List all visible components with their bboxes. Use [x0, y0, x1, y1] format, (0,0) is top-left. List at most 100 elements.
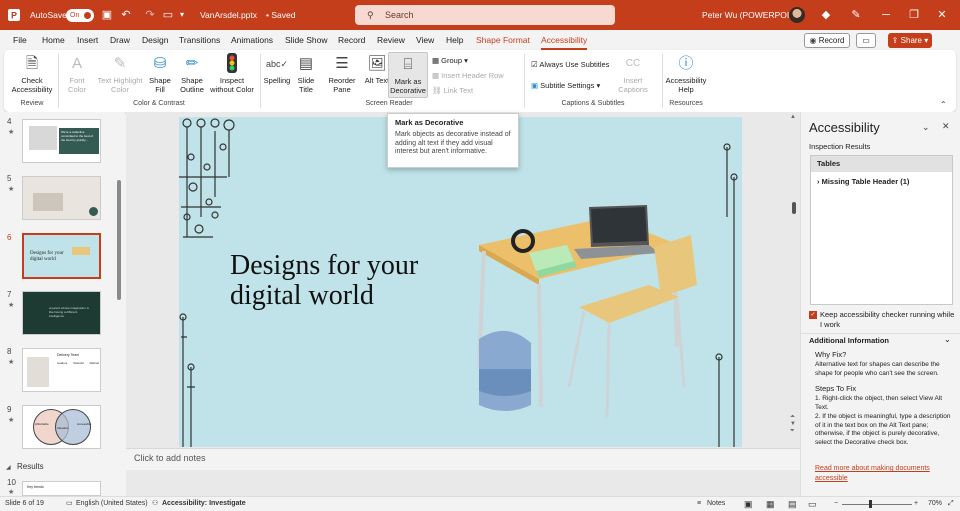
normal-view-icon[interactable]: ▣ [744, 497, 753, 511]
slide-thumbnail-5[interactable] [22, 176, 101, 220]
tab-review[interactable]: Review [377, 30, 405, 50]
close-pane-icon[interactable]: ✕ [942, 121, 950, 132]
insert-header-row-button[interactable]: ▦ Insert Header Row [432, 70, 504, 81]
file-name[interactable]: VanArsdel.pptx [200, 0, 257, 30]
tooltip-title: Mark as Decorative [395, 118, 464, 127]
slide-count[interactable]: Slide 6 of 19 [5, 497, 44, 511]
proofing-icon[interactable]: ▭ [66, 497, 73, 511]
editor-scrollbar[interactable] [792, 202, 796, 214]
missing-table-header-item[interactable]: › Missing Table Header (1) [817, 177, 909, 186]
group-icon: ▦ [432, 56, 442, 65]
additional-info-header[interactable]: Additional Information [809, 336, 889, 345]
comments-button[interactable]: ▭ [856, 33, 876, 48]
venn-label: Affordable [35, 422, 49, 426]
reading-view-icon[interactable]: ▤ [788, 497, 797, 511]
thumbnails-scrollbar[interactable] [117, 180, 121, 300]
record-label: Record [818, 36, 845, 45]
insert-captions-button[interactable]: CC Insert Captions [616, 52, 650, 94]
zoom-in-icon[interactable]: + [914, 497, 918, 511]
tab-draw[interactable]: Draw [110, 30, 130, 50]
pen-icon[interactable]: ✎ [846, 0, 866, 30]
shape-fill-button[interactable]: ⛁ Shape Fill [146, 52, 174, 94]
slide-title[interactable]: Designs for your digital world [230, 251, 418, 311]
chevron-down-icon[interactable]: ⌄ [922, 122, 930, 133]
slide-thumbnail-8[interactable]: Delivery Team Leaders Scientist Method [22, 348, 101, 392]
thumb-text: A parent whose imagination is like havin… [49, 306, 89, 318]
zoom-slider-thumb[interactable] [869, 500, 872, 508]
slide-title-button[interactable]: ▤ Slide Title [293, 52, 319, 94]
tab-transitions[interactable]: Transitions [179, 30, 220, 50]
collapse-chevron-icon[interactable]: ⌄ [944, 335, 951, 344]
slide-thumbnail-9[interactable]: Affordable Valuable Accessible [22, 405, 101, 449]
inspect-without-color-button[interactable]: Inspect without Color [208, 52, 256, 94]
redo-icon[interactable]: ↷ [140, 0, 160, 30]
zoom-level[interactable]: 70% [928, 497, 942, 511]
group-button[interactable]: ▦ Group ▾ [432, 55, 468, 66]
divider [524, 54, 525, 108]
minimize-icon[interactable]: ─ [876, 0, 896, 30]
tab-accessibility[interactable]: Accessibility [541, 30, 588, 50]
alt-text-button[interactable]: 🖼 Alt Text [364, 52, 390, 85]
accessibility-status[interactable]: Accessibility: Investigate [162, 497, 246, 511]
slide-number: 4 [7, 117, 12, 126]
fit-to-window-icon[interactable]: ⤢ [948, 497, 954, 511]
undo-icon[interactable]: ↶ [116, 0, 136, 30]
tab-animations[interactable]: Animations [231, 30, 273, 50]
group-label: Group [441, 56, 463, 65]
mark-as-decorative-button[interactable]: ⌸ Mark as Decorative [388, 52, 428, 98]
always-use-subtitles-checkbox[interactable]: ☑ Always Use Subtitles [531, 59, 609, 70]
check-accessibility-button[interactable]: 🗎 Check Accessibility [10, 52, 54, 94]
keep-running-checkbox[interactable]: ✓ [809, 311, 817, 319]
read-more-link[interactable]: Read more about making documents accessi… [815, 464, 953, 483]
text-highlight-button[interactable]: ✎ Text Highlight Color [94, 52, 146, 94]
subtitle-settings-button[interactable]: ▣ Subtitle Settings ▾ [531, 80, 600, 91]
tab-view[interactable]: View [416, 30, 434, 50]
section-collapse-icon[interactable]: ◢ [6, 464, 11, 471]
zoom-slider[interactable] [842, 504, 912, 505]
close-icon[interactable]: ✕ [932, 0, 952, 30]
language[interactable]: English (United States) [76, 497, 148, 511]
thumb-text: Delivery Team [57, 353, 80, 357]
thumb-columns: Leaders Scientist Method [57, 361, 99, 365]
share-button[interactable]: ⇪ Share ▾ [888, 33, 932, 48]
spelling-button[interactable]: abc✓ Spelling [262, 52, 292, 85]
inspection-results-list: Tables › Missing Table Header (1) [810, 155, 953, 305]
slide-thumbnail-10[interactable]: Key trends [22, 481, 101, 496]
accessibility-help-button[interactable]: ⓘ Accessibility Help [664, 52, 708, 94]
slide-thumbnail-4[interactable]: We're a collective committed to the best… [22, 119, 101, 163]
tab-shape-format[interactable]: Shape Format [476, 30, 530, 50]
tab-home[interactable]: Home [42, 30, 65, 50]
zoom-out-icon[interactable]: − [834, 497, 838, 511]
slide-number: 9 [7, 405, 12, 414]
search-box[interactable]: ⚲ Search [355, 5, 615, 25]
prev-slide-icon[interactable]: ⏶ ▼ ⏷ [790, 414, 796, 435]
notes-toggle[interactable]: Notes [707, 497, 725, 511]
tab-help[interactable]: Help [446, 30, 463, 50]
slide-thumbnail-7[interactable]: A parent whose imagination is like havin… [22, 291, 101, 335]
reorder-pane-button[interactable]: ☰ Reorder Pane [320, 52, 364, 94]
divider [662, 54, 663, 108]
font-color-button[interactable]: A Font Color [62, 52, 92, 94]
section-results-label[interactable]: Results [17, 462, 44, 471]
collapse-ribbon-icon[interactable]: ⌃ [940, 100, 947, 109]
slideshow-view-icon[interactable]: ▭ [808, 497, 817, 511]
notes-icon: ≡ [697, 500, 702, 507]
notes-pane[interactable]: Click to add notes [126, 448, 800, 470]
autosave-toggle[interactable]: On [66, 9, 94, 22]
avatar[interactable] [789, 7, 805, 23]
link-text-button[interactable]: ⛓ Link Text [432, 85, 473, 96]
tab-design[interactable]: Design [142, 30, 168, 50]
shape-outline-button[interactable]: ✏ Shape Outline [175, 52, 209, 94]
tab-insert[interactable]: Insert [77, 30, 98, 50]
customize-qat-icon[interactable]: ▾ [172, 0, 192, 30]
tab-slide-show[interactable]: Slide Show [285, 30, 328, 50]
tab-file[interactable]: File [13, 30, 27, 50]
scroll-up-icon[interactable]: ▲ [790, 114, 796, 120]
tab-record[interactable]: Record [338, 30, 365, 50]
save-icon[interactable]: ▣ [97, 0, 117, 30]
slide-sorter-icon[interactable]: ▦ [766, 497, 775, 511]
record-button[interactable]: ◉ Record [804, 33, 850, 48]
diamond-icon[interactable]: ◆ [816, 0, 836, 30]
restore-icon[interactable]: ❐ [904, 0, 924, 30]
slide-thumbnail-6[interactable]: Designs for your digital world [22, 233, 101, 279]
